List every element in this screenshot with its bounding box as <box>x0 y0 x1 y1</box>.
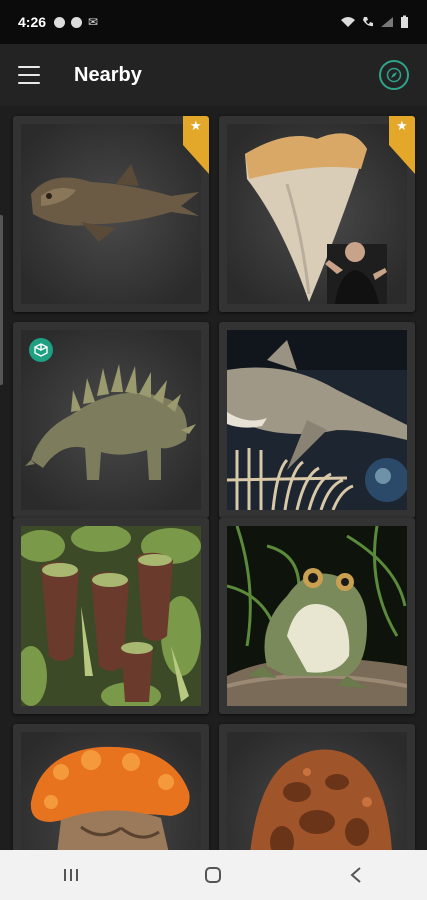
mail-icon: ✉ <box>88 15 99 29</box>
item-thumbnail <box>21 124 201 304</box>
compass-icon[interactable] <box>379 60 409 90</box>
status-bar: 4:26 ✉ <box>0 0 427 44</box>
augmented-reality-icon <box>29 338 53 362</box>
grid-item-frog[interactable] <box>219 518 415 714</box>
grid-item-termite-mound[interactable] <box>219 724 415 850</box>
item-thumbnail <box>227 124 407 304</box>
grid-item-megalodon-tooth[interactable]: ★ <box>219 116 415 312</box>
grid-item-orange-fungus[interactable] <box>13 724 209 850</box>
item-thumbnail <box>21 732 201 850</box>
grid-item-stegosaur[interactable] <box>13 322 209 518</box>
signal-icon <box>381 17 393 27</box>
item-thumbnail <box>227 732 407 850</box>
item-thumbnail <box>21 526 201 706</box>
item-thumbnail <box>227 526 407 706</box>
system-nav-bar <box>0 850 427 900</box>
status-time: 4:26 <box>18 14 47 30</box>
star-icon: ★ <box>396 118 408 133</box>
back-icon[interactable] <box>336 855 376 895</box>
home-icon[interactable] <box>193 855 233 895</box>
notification-icon <box>71 16 83 28</box>
star-icon: ★ <box>190 118 202 133</box>
grid-item-shark-exhibit[interactable] <box>219 322 415 518</box>
grid-item-fossil-fish[interactable]: ★ <box>13 116 209 312</box>
wifi-icon <box>341 17 355 27</box>
page-title: Nearby <box>74 63 142 86</box>
call-icon <box>363 17 373 27</box>
battery-icon <box>401 15 408 28</box>
notification-icon <box>54 16 66 28</box>
status-right <box>340 15 409 29</box>
hamburger-menu-icon[interactable] <box>18 66 40 84</box>
grid-item-pitcher-plants[interactable] <box>13 518 209 714</box>
recents-icon[interactable] <box>51 855 91 895</box>
app-bar: Nearby <box>0 44 427 106</box>
nearby-grid: ★ ★ <box>0 106 427 850</box>
item-thumbnail <box>227 330 407 510</box>
